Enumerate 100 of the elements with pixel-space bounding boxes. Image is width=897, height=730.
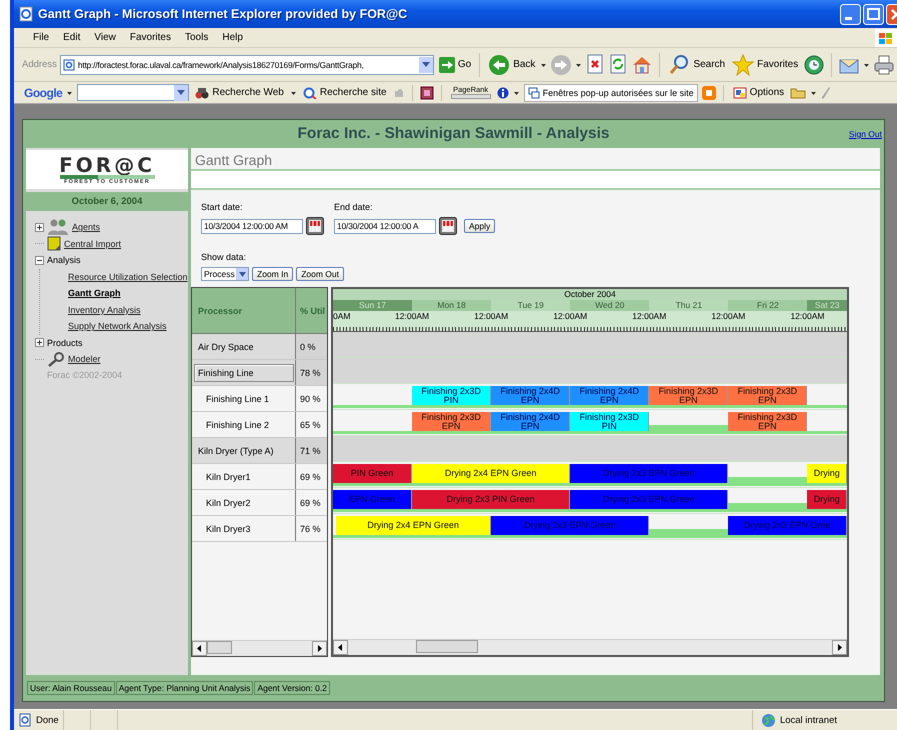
hour-label: 12:00AM [474, 311, 508, 322]
magnifier-icon [302, 86, 317, 98]
processor-name[interactable]: Kiln Dryer2 [206, 498, 251, 508]
date-field[interactable]: 10/3/2004 12:00:00 AM [201, 218, 303, 234]
tree-node[interactable]: Products [47, 338, 83, 348]
search-field[interactable] [77, 84, 190, 101]
gantt-bar[interactable]: PIN Green [333, 464, 412, 483]
horizontal-scrollbar[interactable] [192, 640, 327, 656]
site-search-button[interactable]: Recherche site [300, 86, 389, 98]
favorites-button[interactable]: Favorites [730, 54, 800, 76]
utilization-value: 78 % [296, 360, 327, 385]
scroll-left-button[interactable] [192, 641, 207, 656]
nav-link[interactable]: Modeler [68, 354, 101, 364]
menu-item[interactable]: View [87, 32, 123, 43]
scroll-left-button[interactable] [333, 640, 348, 655]
hour-label: 0AM [333, 311, 350, 322]
processor-name[interactable]: Finishing Line 1 [206, 394, 270, 404]
page-icon [62, 58, 75, 70]
search-button[interactable]: Search [666, 54, 728, 76]
hour-label: 12:00AM [632, 311, 666, 322]
status-panel: Agent Type: Planning Unit Analysis [116, 681, 254, 695]
horizontal-scrollbar[interactable] [333, 639, 847, 655]
blog-icon[interactable] [702, 86, 716, 100]
dropdown-arrow-icon [422, 62, 430, 68]
scroll-thumb[interactable] [207, 641, 232, 654]
note-icon [47, 236, 61, 252]
date-banner: October 6, 2004 [26, 192, 188, 211]
info-icon[interactable] [496, 86, 509, 98]
gantt-bar[interactable]: Drying 2x4 EPN Green [336, 516, 492, 535]
expand-icon[interactable] [35, 338, 44, 348]
scroll-right-button[interactable] [312, 641, 327, 656]
window-title: Gantt Graph - Microsoft Internet Explorer provided by FOR@C [38, 7, 408, 21]
back-button[interactable]: Back [486, 54, 538, 76]
calendar-button[interactable] [439, 217, 457, 235]
popup-status-field[interactable]: Fenêtres pop-up autorisées sur le site [524, 84, 698, 102]
gantt-bar[interactable]: Finishing 2x3D EPN [649, 386, 728, 405]
options-button[interactable]: Options [730, 86, 786, 98]
gantt-bar[interactable]: Drying 2x3 PIN Green [412, 490, 570, 509]
gantt-bar[interactable]: Finishing 2x3D EPN [412, 412, 492, 431]
nav-link[interactable]: Gantt Graph [68, 288, 121, 298]
tree-node[interactable]: Analysis [47, 255, 81, 266]
utilization-value: 65 % [299, 418, 322, 432]
scroll-right-button[interactable] [832, 640, 847, 655]
gantt-bar[interactable]: Drying [807, 490, 847, 509]
hour-label: 12:00AM [553, 311, 588, 322]
people-icon [47, 218, 69, 236]
menu-item[interactable]: Tools [178, 32, 216, 43]
google-logo[interactable]: Google [24, 86, 62, 100]
windows-icon [528, 86, 540, 98]
refresh-icon[interactable] [608, 54, 628, 76]
nav-link[interactable]: Inventory Analysis [68, 304, 141, 315]
expand-icon[interactable] [35, 222, 44, 232]
address-field[interactable]: http://foractest.forac.ulaval.ca/framework/Analysis186270169/Forms/GanttGraph, [60, 54, 434, 74]
maximize-button[interactable] [863, 4, 884, 24]
logo: FOR@C [59, 154, 155, 174]
printer-icon[interactable] [873, 54, 896, 76]
history-icon[interactable] [803, 54, 826, 76]
processor-name[interactable]: Finishing Line [194, 364, 294, 382]
puzzle-icon [392, 86, 405, 98]
processor-name[interactable]: Finishing Line 2 [206, 420, 270, 430]
menu-item[interactable]: Help [215, 32, 250, 43]
minimize-button[interactable] [840, 4, 861, 24]
gantt-bar[interactable]: Finishing 2x3D PIN [412, 386, 492, 405]
windows-flag-icon [875, 28, 897, 46]
menu-item[interactable]: Favorites [122, 32, 178, 43]
status-text: Done [36, 714, 59, 726]
star-icon[interactable] [732, 54, 754, 76]
menu-item[interactable]: Edit [56, 32, 88, 43]
show-data-select[interactable]: Process [201, 267, 249, 281]
gantt-bar[interactable]: Finishing 2x4D EPN [491, 412, 570, 431]
gantt-bar[interactable]: Drying 2x4 EPN Green [412, 464, 570, 483]
nav-link[interactable]: Supply Network Analysis [68, 321, 167, 332]
search-icon[interactable] [668, 54, 690, 76]
day-header: Sat 23 [807, 300, 847, 311]
nav-link[interactable]: Resource Utilization Selection [68, 272, 188, 282]
gantt-bar[interactable]: Finishing 2x3D EPN [728, 412, 808, 431]
processor-name[interactable]: Kiln Dryer1 [206, 472, 251, 482]
page-done-icon [18, 713, 32, 727]
gantt-bar[interactable]: Finishing 2x3D PIN [570, 412, 650, 431]
nav-link[interactable]: Agents [72, 222, 100, 232]
scroll-thumb[interactable] [416, 640, 478, 653]
gantt-bar[interactable]: Finishing 2x3D EPN [728, 386, 808, 405]
date-field[interactable]: 10/30/2004 12:00:00 A [334, 218, 436, 234]
zoom-out-button[interactable]: Zoom Out [296, 267, 344, 281]
sign-out-link[interactable]: Sign Out [848, 129, 882, 139]
nav-link[interactable]: Central Import [64, 238, 122, 249]
utilization-value: 69 % [299, 470, 322, 484]
stop-icon[interactable] [585, 54, 606, 76]
processor-name[interactable]: Kiln Dryer3 [206, 524, 251, 534]
menu-item[interactable]: File [26, 32, 56, 43]
gantt-bar[interactable]: Drying [807, 464, 847, 483]
go-button[interactable]: Go [436, 56, 474, 72]
status-panel: User: Alain Rousseau [27, 681, 115, 695]
collapse-icon[interactable] [35, 256, 44, 265]
gantt-bar[interactable]: Finishing 2x4D EPN [570, 386, 650, 405]
apply-button[interactable]: Apply [464, 219, 496, 233]
zoom-in-button[interactable]: Zoom In [252, 267, 294, 281]
gantt-bar[interactable]: Finishing 2x4D EPN [491, 386, 570, 405]
calendar-button[interactable] [306, 217, 324, 235]
web-search-button[interactable]: Recherche Web [193, 86, 286, 98]
